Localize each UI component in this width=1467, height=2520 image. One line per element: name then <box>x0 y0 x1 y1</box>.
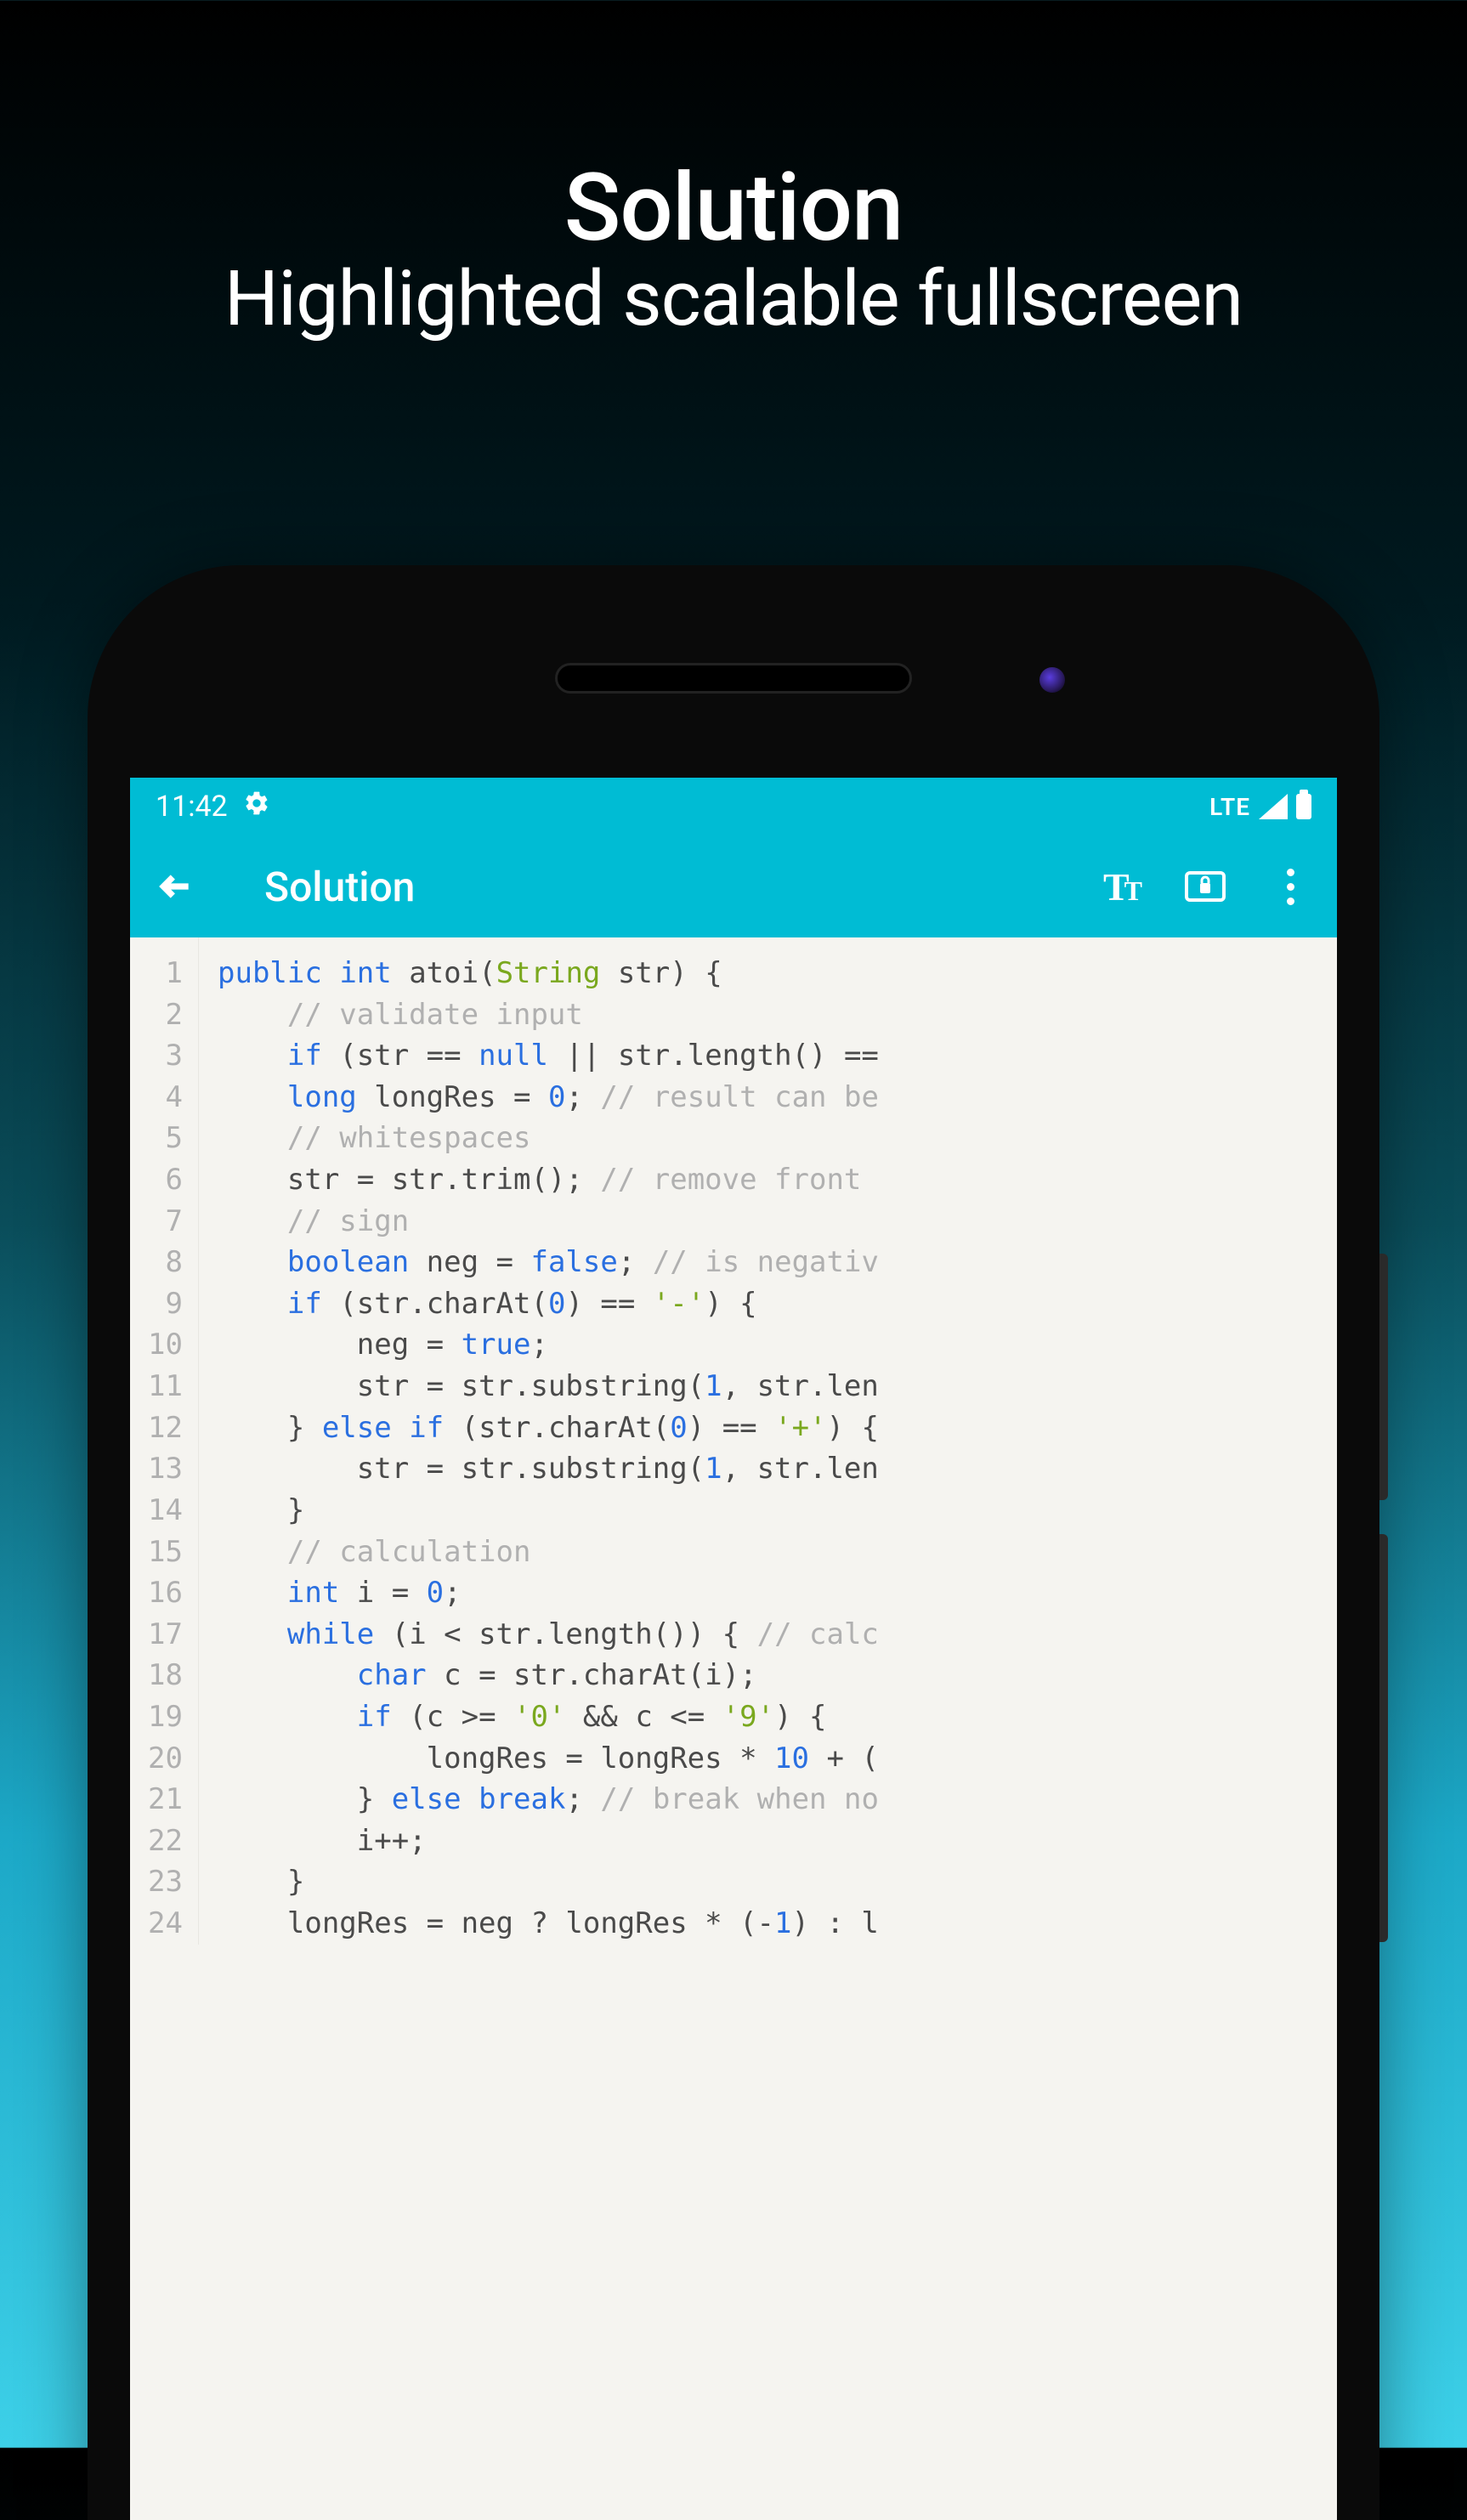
code-line: boolean neg = false; // is negativ <box>218 1242 879 1283</box>
line-number: 11 <box>145 1366 183 1407</box>
code-line: longRes = neg ? longRes * (-1) : l <box>218 1903 879 1945</box>
app-bar: Solution TT <box>130 835 1337 937</box>
line-number: 12 <box>145 1407 183 1449</box>
code-line: public int atoi(String str) { <box>218 953 879 994</box>
phone-side-button-1 <box>1379 1254 1388 1500</box>
line-number: 21 <box>145 1779 183 1821</box>
code-line: if (c >= '0' && c <= '9') { <box>218 1696 879 1738</box>
line-number: 6 <box>145 1159 183 1201</box>
code-line: while (i < str.length()) { // calc <box>218 1614 879 1656</box>
code-content[interactable]: public int atoi(String str) { // validat… <box>199 937 879 1945</box>
code-line: str = str.substring(1, str.len <box>218 1448 879 1490</box>
code-line: // whitespaces <box>218 1118 879 1159</box>
code-line: str = str.substring(1, str.len <box>218 1366 879 1407</box>
phone-camera <box>1039 667 1065 693</box>
rotation-lock-button[interactable] <box>1184 865 1226 908</box>
code-line: long longRes = 0; // result can be <box>218 1077 879 1118</box>
line-number: 9 <box>145 1283 183 1325</box>
phone-frame: 11:42 LTE Solution TT <box>88 565 1379 2520</box>
line-number: 19 <box>145 1696 183 1738</box>
phone-speaker <box>555 663 912 694</box>
line-number: 8 <box>145 1242 183 1283</box>
text-size-button[interactable]: TT <box>1099 865 1141 908</box>
code-line: neg = true; <box>218 1324 879 1366</box>
line-number: 16 <box>145 1572 183 1614</box>
line-number: 10 <box>145 1324 183 1366</box>
code-line: // validate input <box>218 994 879 1036</box>
line-number: 14 <box>145 1490 183 1532</box>
line-number-gutter: 123456789101112131415161718192021222324 <box>130 937 199 1945</box>
more-icon <box>1287 869 1294 905</box>
code-line: } else if (str.charAt(0) == '+') { <box>218 1407 879 1449</box>
code-line: longRes = longRes * 10 + ( <box>218 1738 879 1780</box>
code-line: // sign <box>218 1201 879 1243</box>
line-number: 1 <box>145 953 183 994</box>
promo-title: Solution <box>0 153 1467 263</box>
signal-icon <box>1259 794 1288 819</box>
line-number: 4 <box>145 1077 183 1118</box>
line-number: 23 <box>145 1861 183 1903</box>
battery-icon <box>1296 794 1311 819</box>
code-line: if (str.charAt(0) == '-') { <box>218 1283 879 1325</box>
line-number: 5 <box>145 1118 183 1159</box>
back-button[interactable] <box>156 866 196 907</box>
code-line: } <box>218 1861 879 1903</box>
rotation-lock-icon <box>1185 871 1226 902</box>
line-number: 22 <box>145 1821 183 1862</box>
network-label: LTE <box>1209 793 1250 821</box>
phone-side-button-2 <box>1379 1534 1388 1942</box>
promo-subtitle: Highlighted scalable fullscreen <box>0 254 1467 343</box>
line-number: 20 <box>145 1738 183 1780</box>
status-bar: 11:42 LTE <box>130 778 1337 835</box>
code-line: // calculation <box>218 1532 879 1573</box>
code-line: i++; <box>218 1821 879 1862</box>
status-time: 11:42 <box>156 790 228 824</box>
line-number: 7 <box>145 1201 183 1243</box>
code-line: str = str.trim(); // remove front <box>218 1159 879 1201</box>
app-title: Solution <box>264 863 1099 911</box>
line-number: 24 <box>145 1903 183 1945</box>
line-number: 17 <box>145 1614 183 1656</box>
text-size-icon: TT <box>1103 864 1137 909</box>
gear-icon <box>243 790 270 824</box>
code-line: } else break; // break when no <box>218 1779 879 1821</box>
code-line: int i = 0; <box>218 1572 879 1614</box>
promo-header: Solution Highlighted scalable fullscreen <box>0 153 1467 343</box>
code-line: if (str == null || str.length() == <box>218 1035 879 1077</box>
line-number: 15 <box>145 1532 183 1573</box>
code-area[interactable]: 123456789101112131415161718192021222324 … <box>130 937 1337 1945</box>
line-number: 13 <box>145 1448 183 1490</box>
code-line: } <box>218 1490 879 1532</box>
line-number: 2 <box>145 994 183 1036</box>
code-line: char c = str.charAt(i); <box>218 1655 879 1696</box>
line-number: 3 <box>145 1035 183 1077</box>
line-number: 18 <box>145 1655 183 1696</box>
screen: 11:42 LTE Solution TT <box>130 778 1337 2520</box>
more-button[interactable] <box>1269 865 1311 908</box>
